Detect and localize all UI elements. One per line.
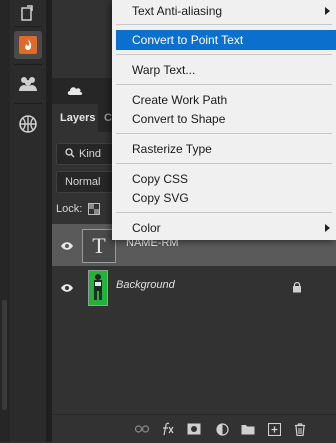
menu-separator xyxy=(116,163,332,164)
menu-item-copy-svg[interactable]: Copy SVG xyxy=(112,188,336,208)
menu-item-warp-text[interactable]: Warp Text... xyxy=(112,60,336,80)
tool-strip xyxy=(10,0,46,442)
submenu-arrow-icon xyxy=(325,224,330,232)
menu-separator xyxy=(116,84,332,85)
layer-row-background[interactable]: Background xyxy=(52,266,336,310)
menu-item-label: Rasterize Type xyxy=(132,142,212,156)
menu-item-convert-to-point-text[interactable]: Convert to Point Text xyxy=(116,30,336,50)
tab-channels[interactable]: C xyxy=(104,104,112,132)
menu-item-label: Create Work Path xyxy=(132,93,228,107)
layers-footer-toolbar xyxy=(52,414,336,443)
history-icon[interactable] xyxy=(14,0,42,28)
people-icon[interactable] xyxy=(14,70,42,98)
flame-icon[interactable] xyxy=(14,31,42,59)
rail-scroll-thumb[interactable] xyxy=(2,300,7,410)
type-context-menu: Text Anti-aliasing Convert to Point Text… xyxy=(112,0,336,240)
tool-separator xyxy=(14,103,42,104)
basketball-icon[interactable] xyxy=(14,110,42,138)
cloud-icon[interactable] xyxy=(66,84,84,99)
fx-icon[interactable] xyxy=(160,421,176,437)
menu-item-label: Warp Text... xyxy=(132,63,196,77)
visibility-eye-icon[interactable] xyxy=(58,238,76,254)
lock-transparent-pixels-icon[interactable] xyxy=(88,203,101,215)
menu-item-convert-to-shape[interactable]: Convert to Shape xyxy=(112,109,336,129)
menu-separator xyxy=(116,133,332,134)
blend-mode-select[interactable]: Normal xyxy=(56,171,114,193)
lock-row: Lock: xyxy=(56,199,101,219)
menu-item-label: Convert to Point Text xyxy=(132,33,244,47)
menu-item-label: Color xyxy=(132,221,161,235)
tool-separator xyxy=(14,64,42,65)
submenu-arrow-icon xyxy=(325,7,330,15)
new-layer-icon[interactable] xyxy=(266,421,282,437)
menu-item-label: Convert to Shape xyxy=(132,112,226,126)
lock-label: Lock: xyxy=(56,203,83,215)
background-layer-thumbnail xyxy=(88,270,108,306)
menu-separator xyxy=(116,212,332,213)
left-scroll-rail xyxy=(0,0,10,442)
type-layer-thumbnail: T xyxy=(82,229,116,263)
link-layers-icon[interactable] xyxy=(134,421,150,437)
adjustment-layer-icon[interactable] xyxy=(214,421,230,437)
tool-separator xyxy=(14,26,42,27)
menu-separator xyxy=(116,54,332,55)
menu-separator xyxy=(116,24,332,25)
filter-kind-label: Kind xyxy=(79,148,102,160)
layer-name[interactable]: Background xyxy=(116,279,175,291)
lock-icon xyxy=(292,281,302,296)
menu-item-create-work-path[interactable]: Create Work Path xyxy=(112,90,336,110)
menu-item-label: Text Anti-aliasing xyxy=(132,4,223,18)
menu-item-copy-css[interactable]: Copy CSS xyxy=(112,169,336,189)
blend-mode-value: Normal xyxy=(65,176,101,188)
search-icon xyxy=(65,147,75,161)
menu-item-label: Copy SVG xyxy=(132,191,189,205)
tab-layers[interactable]: Layers xyxy=(52,104,98,132)
menu-item-label: Copy CSS xyxy=(132,172,189,186)
menu-item-color[interactable]: Color xyxy=(112,218,336,238)
trash-icon[interactable] xyxy=(292,421,308,437)
layer-mask-icon[interactable] xyxy=(186,421,202,437)
menu-item-text-anti-aliasing[interactable]: Text Anti-aliasing xyxy=(112,1,336,21)
menu-item-rasterize-type[interactable]: Rasterize Type xyxy=(112,139,336,159)
new-group-icon[interactable] xyxy=(240,421,256,437)
visibility-eye-icon[interactable] xyxy=(58,280,76,296)
filter-kind-field[interactable]: Kind xyxy=(56,143,114,165)
